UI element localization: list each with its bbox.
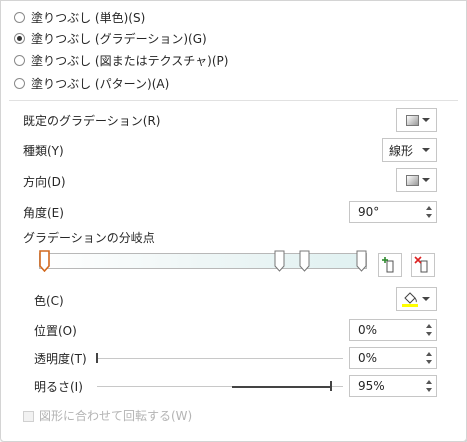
transparency-value: 0% xyxy=(358,351,378,365)
direction-swatch-icon xyxy=(406,174,419,186)
spin-up-icon[interactable] xyxy=(426,324,432,328)
brightness-value: 95% xyxy=(358,379,385,393)
slider-thumb[interactable] xyxy=(96,353,98,363)
chevron-down-icon xyxy=(422,118,430,122)
transparency-spinner[interactable]: 0% xyxy=(349,347,437,369)
gradient-stops-label: グラデーションの分岐点 xyxy=(23,231,155,245)
gradient-stop[interactable] xyxy=(39,250,50,273)
transparency-label: 透明度(T) xyxy=(34,352,87,366)
spin-down-icon[interactable] xyxy=(426,332,432,336)
angle-label: 角度(E) xyxy=(23,206,64,220)
fill-picture-option[interactable]: 塗りつぶし (図またはテクスチャ)(P) xyxy=(14,51,228,69)
spin-up-icon[interactable] xyxy=(426,380,432,384)
spin-up-icon[interactable] xyxy=(426,352,432,356)
remove-gradient-stop-icon xyxy=(414,256,428,273)
preset-gradient-label: 既定のグラデーション(R) xyxy=(23,114,161,128)
rotate-with-shape-label: 図形に合わせて回転する(W) xyxy=(39,409,193,423)
fill-gradient-label: 塗りつぶし (グラデーション)(G) xyxy=(31,31,207,46)
position-label: 位置(O) xyxy=(34,324,77,338)
divider xyxy=(9,100,458,101)
fill-pattern-option[interactable]: 塗りつぶし (パターン)(A) xyxy=(14,74,169,92)
radio-picture[interactable] xyxy=(14,54,25,66)
gradient-stop[interactable] xyxy=(274,250,285,272)
gradient-stops-bar[interactable] xyxy=(39,253,367,269)
fill-gradient-option[interactable]: 塗りつぶし (グラデーション)(G) xyxy=(14,29,207,47)
format-fill-panel: 塗りつぶし (単色)(S) 塗りつぶし (グラデーション)(G) 塗りつぶし (… xyxy=(0,0,467,442)
fill-pattern-label: 塗りつぶし (パターン)(A) xyxy=(31,76,170,91)
gradient-type-label: 種類(Y) xyxy=(23,144,64,158)
angle-spinner[interactable]: 90° xyxy=(349,201,437,223)
chevron-down-icon xyxy=(422,148,430,152)
gradient-swatch-icon xyxy=(406,114,419,126)
fill-solid-label: 塗りつぶし (単色)(S) xyxy=(31,10,146,25)
brightness-spinner[interactable]: 95% xyxy=(349,375,437,397)
brightness-label: 明るさ(I) xyxy=(34,380,83,394)
radio-solid[interactable] xyxy=(14,11,25,23)
add-gradient-stop-button[interactable] xyxy=(378,253,402,277)
gradient-stop[interactable] xyxy=(299,250,310,272)
color-label: 色(C) xyxy=(34,294,64,308)
position-spinner[interactable]: 0% xyxy=(349,319,437,341)
radio-gradient[interactable] xyxy=(14,32,25,44)
spin-up-icon[interactable] xyxy=(426,206,432,210)
paint-bucket-icon xyxy=(402,292,418,307)
chevron-down-icon xyxy=(422,178,430,182)
fill-solid-option[interactable]: 塗りつぶし (単色)(S) xyxy=(14,8,145,26)
gradient-type-dropdown[interactable]: 線形 xyxy=(382,138,437,162)
slider-fill xyxy=(232,385,331,388)
slider-thumb[interactable] xyxy=(329,381,332,391)
fill-picture-label: 塗りつぶし (図またはテクスチャ)(P) xyxy=(31,53,229,68)
chevron-down-icon xyxy=(422,297,430,301)
spin-down-icon[interactable] xyxy=(426,214,432,218)
radio-pattern[interactable] xyxy=(14,77,25,89)
angle-value: 90° xyxy=(358,205,380,219)
direction-label: 方向(D) xyxy=(23,175,66,189)
remove-gradient-stop-button[interactable] xyxy=(411,253,435,277)
slider-track[interactable] xyxy=(97,358,343,359)
spin-down-icon[interactable] xyxy=(426,388,432,392)
rotate-with-shape-checkbox[interactable] xyxy=(23,411,34,422)
preset-gradient-dropdown[interactable] xyxy=(396,108,437,132)
direction-dropdown[interactable] xyxy=(396,168,437,192)
gradient-stop[interactable] xyxy=(356,250,367,272)
add-gradient-stop-icon xyxy=(382,257,394,273)
gradient-type-value: 線形 xyxy=(389,143,414,158)
spin-down-icon[interactable] xyxy=(426,360,432,364)
color-dropdown[interactable] xyxy=(396,287,437,311)
position-value: 0% xyxy=(358,323,378,337)
